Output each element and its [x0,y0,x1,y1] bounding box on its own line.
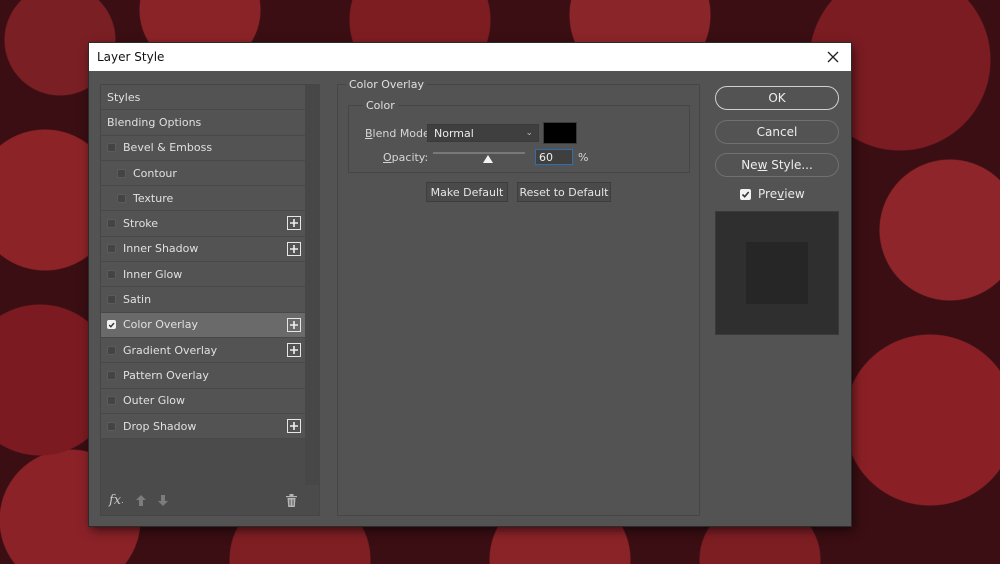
checkbox[interactable] [107,244,116,254]
checkbox[interactable] [107,345,116,355]
reset-to-default-button[interactable]: Reset to Default [517,182,611,202]
style-preview-inner [746,242,808,304]
layer-style-dialog: Layer Style Styles Blending Options Bevel … [89,43,851,526]
preview-checkbox[interactable]: Preview [740,187,805,201]
style-item-styles[interactable]: Styles [101,85,305,111]
preview-check-icon [740,188,751,200]
style-item-label: Inner Glow [123,267,183,281]
preview-label: Preview [758,187,805,201]
make-default-button[interactable]: Make Default [426,182,508,202]
move-down-icon[interactable] [157,494,168,506]
style-item-label: Bevel & Emboss [123,141,213,155]
checkbox[interactable] [107,370,116,380]
style-preview-thumbnail [715,211,839,335]
dialog-title: Layer Style [97,50,165,64]
style-item-gradient-overlay[interactable]: Gradient Overlay [101,337,305,364]
blend-mode-value: Normal [434,126,474,140]
color-overlay-panel: Color Overlay Color Blend Mode: Normal ⌄… [337,78,700,516]
checkbox[interactable] [107,219,116,229]
styles-scrollbar[interactable] [305,85,319,485]
blend-mode-select[interactable]: Normal ⌄ [427,124,539,142]
add-effect-button[interactable] [287,241,301,256]
trash-icon[interactable] [286,493,297,507]
plus-icon [290,421,298,430]
opacity-label-rest: pacity: [391,151,429,164]
plus-icon [290,219,298,228]
style-item-label: Contour [133,166,177,180]
new-style-button[interactable]: New Style... [715,153,839,177]
style-item-label: Outer Glow [123,394,186,408]
plus-icon [290,244,298,253]
styles-list: Styles Blending Options Bevel & Emboss Cont… [101,85,305,440]
add-effect-button[interactable] [287,342,301,357]
style-item-satin[interactable]: Satin [101,287,305,313]
checkbox[interactable] [107,320,116,330]
section-title: Color Overlay [346,78,427,91]
style-item-drop-shadow[interactable]: Drop Shadow [101,413,305,440]
move-up-icon[interactable] [135,494,146,506]
group-title: Color [363,99,398,112]
checkbox[interactable] [107,295,116,305]
fx-label: fx [109,492,122,508]
color-group: Color Blend Mode: Normal ⌄ Opacity: % [348,99,690,173]
style-item-blending-options[interactable]: Blending Options [101,110,305,136]
style-item-bevel-emboss[interactable]: Bevel & Emboss [101,135,305,161]
add-effect-button[interactable] [287,418,301,433]
plus-icon [290,345,298,354]
blend-mode-label: Blend Mode: [365,127,434,140]
style-item-label: Texture [133,191,174,205]
checkbox[interactable] [107,143,116,153]
cancel-button[interactable]: Cancel [715,120,839,144]
checkbox[interactable] [107,396,116,406]
opacity-input[interactable] [535,149,573,165]
chevron-down-icon: ⌄ [525,128,533,138]
fx-icon[interactable]: fx. [109,493,124,508]
style-item-label: Styles [107,90,141,104]
style-item-label: Satin [123,293,152,307]
title-bar: Layer Style [89,43,851,71]
check-icon [108,322,115,328]
style-item-label: Blending Options [107,115,202,129]
plus-icon [290,320,298,329]
style-item-label: Gradient Overlay [123,343,218,357]
opacity-label: Opacity: [383,151,429,164]
style-item-label: Stroke [123,217,159,231]
checkbox[interactable] [117,193,126,203]
style-item-outer-glow[interactable]: Outer Glow [101,388,305,414]
blend-mode-label-rest: lend Mode: [372,127,434,140]
overlay-color-swatch[interactable] [543,122,577,144]
checkbox[interactable] [117,168,126,178]
style-item-color-overlay[interactable]: Color Overlay [101,312,305,338]
checkbox[interactable] [107,421,116,431]
styles-panel: Styles Blending Options Bevel & Emboss Cont… [100,84,320,516]
new-style-label: New Style... [741,158,813,172]
close-icon [827,51,839,63]
opacity-unit: % [578,151,589,164]
add-effect-button[interactable] [287,216,301,231]
style-item-contour[interactable]: Contour [101,160,305,187]
style-item-label: Inner Shadow [123,242,199,256]
checkbox[interactable] [107,269,116,279]
ok-button[interactable]: OK [715,86,839,110]
opacity-slider[interactable] [433,152,525,154]
style-item-stroke[interactable]: Stroke [101,211,305,237]
opacity-slider-thumb[interactable] [483,155,494,163]
style-item-label: Color Overlay [123,318,198,332]
close-button[interactable] [823,47,843,67]
styles-panel-footer: fx. [101,485,319,515]
style-item-inner-glow[interactable]: Inner Glow [101,262,305,288]
style-item-inner-shadow[interactable]: Inner Shadow [101,236,305,263]
style-item-texture[interactable]: Texture [101,186,305,212]
add-effect-button[interactable] [287,317,301,332]
style-item-label: Pattern Overlay [123,368,209,382]
style-item-label: Drop Shadow [123,419,197,433]
style-item-pattern-overlay[interactable]: Pattern Overlay [101,363,305,389]
